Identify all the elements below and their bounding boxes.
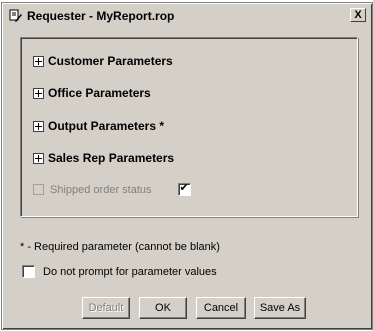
- sales-rep-parameters-label: Sales Rep Parameters: [48, 151, 175, 165]
- expand-icon[interactable]: [33, 87, 44, 99]
- no-prompt-label: Do not prompt for parameter values: [43, 265, 217, 278]
- shipped-required-checkbox: [33, 184, 44, 195]
- sales-rep-parameters-node[interactable]: Sales Rep Parameters: [33, 151, 174, 165]
- no-prompt-checkbox[interactable]: [22, 265, 35, 278]
- shipped-order-status-row: Shipped order status ✔: [33, 182, 191, 196]
- save-as-button[interactable]: Save As: [254, 297, 306, 319]
- output-parameters-label: Output Parameters *: [48, 119, 165, 133]
- office-parameters-node[interactable]: Office Parameters: [33, 86, 151, 100]
- office-parameters-label: Office Parameters: [48, 86, 151, 100]
- customer-parameters-label: Customer Parameters: [48, 54, 173, 68]
- window-title: Requester - MyReport.rop: [27, 9, 175, 23]
- expand-icon[interactable]: [33, 152, 44, 164]
- expand-icon[interactable]: [33, 55, 44, 67]
- requester-app-icon: [8, 8, 24, 24]
- required-parameter-note: * - Required parameter (cannot be blank): [20, 241, 220, 253]
- output-parameters-node[interactable]: Output Parameters *: [33, 119, 164, 133]
- shipped-order-status-checkbox[interactable]: ✔: [177, 182, 191, 196]
- shipped-order-status-label: Shipped order status: [50, 183, 152, 196]
- no-prompt-option[interactable]: Do not prompt for parameter values: [22, 265, 217, 278]
- default-button[interactable]: Default: [82, 297, 130, 319]
- requester-dialog: Requester - MyReport.rop X Customer Para…: [1, 2, 373, 330]
- customer-parameters-node[interactable]: Customer Parameters: [33, 54, 173, 68]
- ok-button[interactable]: OK: [139, 297, 187, 319]
- parameters-group: Customer Parameters Office Parameters Ou…: [20, 37, 358, 217]
- title-bar[interactable]: Requester - MyReport.rop X: [5, 6, 368, 26]
- checkmark-icon: ✔: [179, 182, 189, 194]
- close-button[interactable]: X: [350, 8, 366, 22]
- cancel-button[interactable]: Cancel: [196, 297, 246, 319]
- expand-icon[interactable]: [33, 120, 44, 132]
